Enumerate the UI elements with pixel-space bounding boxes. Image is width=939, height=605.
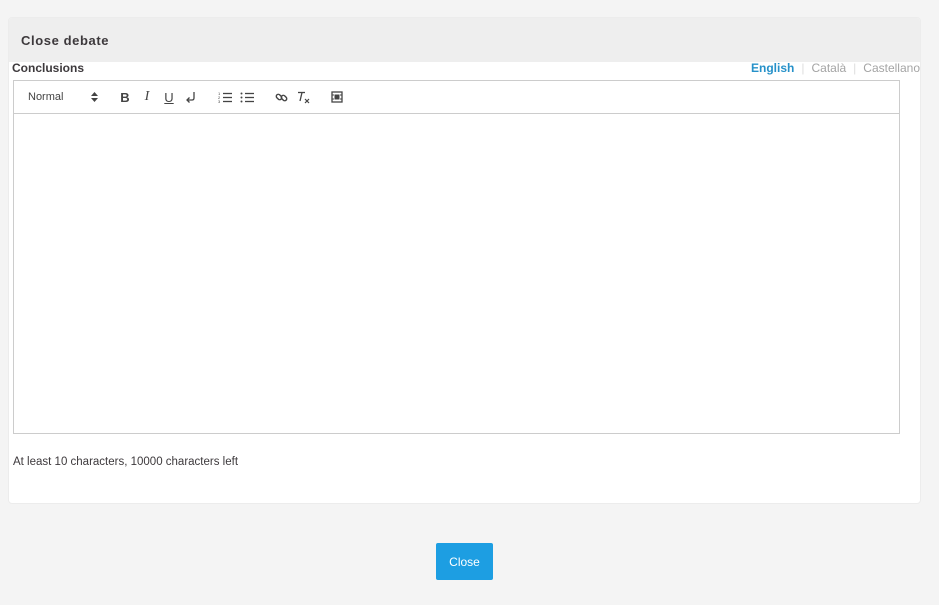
clear-format-icon [298,91,310,103]
video-button[interactable] [326,86,348,108]
link-icon [275,93,287,101]
editor-content-area[interactable] [14,114,899,433]
bullet-list-icon [240,92,254,103]
language-tabs: English | Català | Castellano [751,61,920,75]
tab-catala[interactable]: Català [811,61,846,75]
link-button[interactable] [270,86,292,108]
updown-caret-icon [91,92,98,102]
italic-button[interactable]: I [136,86,158,108]
editor-toolbar: Normal B I U 1 2 3 [14,81,899,114]
ordered-list-button[interactable]: 1 2 3 [214,86,236,108]
underline-icon: U [164,89,174,105]
underline-button[interactable]: U [158,86,180,108]
tab-separator: | [853,61,857,75]
format-picker[interactable]: Normal [28,88,98,106]
card-header: Close debate [9,18,920,62]
conclusions-label: Conclusions [12,61,85,75]
tab-castellano[interactable]: Castellano [863,61,920,75]
tab-separator: | [801,61,805,75]
clear-format-button[interactable] [292,86,314,108]
bold-button[interactable]: B [114,86,136,108]
linebreak-button[interactable] [180,86,202,108]
format-picker-label: Normal [28,91,64,103]
tab-english[interactable]: English [751,61,794,75]
conclusions-label-row: Conclusions English | Català | Castellan… [12,58,920,78]
card-title: Close debate [21,32,110,48]
svg-text:3: 3 [218,99,221,103]
character-count-helper: At least 10 characters, 10000 characters… [13,456,239,468]
italic-icon: I [144,89,150,104]
bold-icon: B [120,89,130,105]
video-icon [331,91,343,103]
linebreak-icon [185,91,195,103]
rich-text-editor: Normal B I U 1 2 3 [13,80,900,434]
bullet-list-button[interactable] [236,86,258,108]
ordered-list-icon: 1 2 3 [218,91,232,103]
close-button[interactable]: Close [436,543,493,580]
